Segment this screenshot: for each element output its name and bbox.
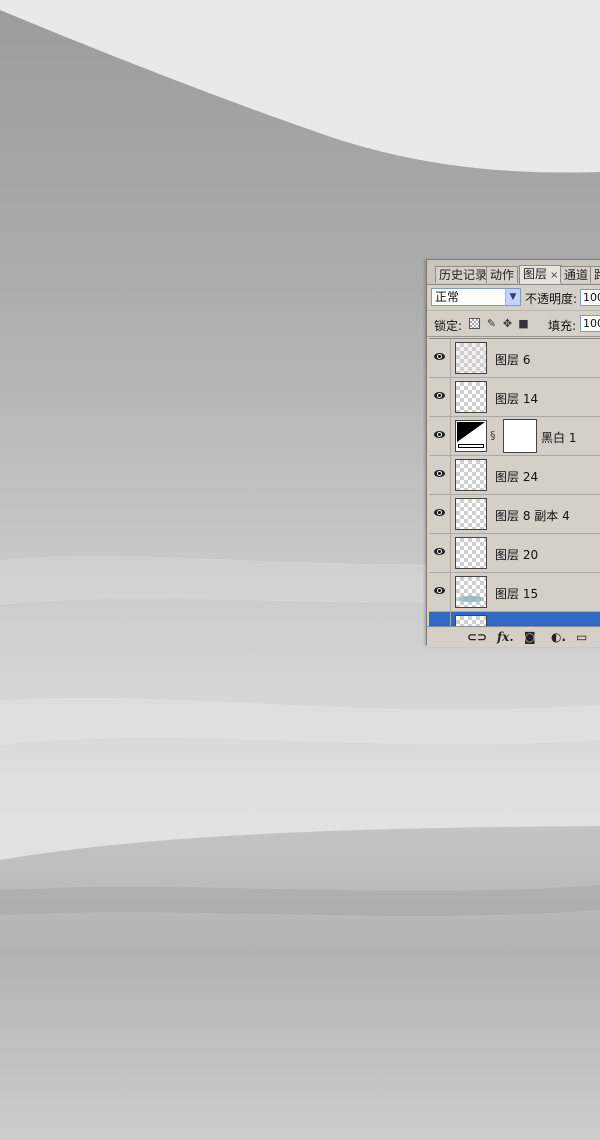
visibility-toggle[interactable] [429,534,451,572]
visibility-toggle[interactable] [429,378,451,416]
tab-channels[interactable]: 通道 [560,266,593,283]
close-icon[interactable]: × [550,270,558,281]
visibility-toggle[interactable] [429,495,451,533]
layer-name: 图层 24 [495,470,539,484]
layer-row[interactable]: 图层 24 [429,456,600,495]
visibility-toggle[interactable] [429,573,451,611]
opacity-input[interactable]: 100 [580,289,600,306]
layer-name: 图层 20 [495,548,539,562]
opacity-label: 不透明度: [525,292,578,306]
eye-icon [434,509,445,516]
layer-name: 图层 14 [495,392,539,406]
layer-row-selected[interactable]: 图层 [429,612,600,627]
eye-icon [434,470,445,477]
layers-list: 图层 6 图层 14 § 黑白 1 图层 24 图层 8 副本 4 图层 20 … [429,338,600,627]
black-white-adjustment-icon [457,422,485,442]
lock-transparency-icon[interactable] [469,318,480,329]
fill-label: 填充: [548,319,577,333]
adjustment-thumbnail [455,420,487,452]
layer-name: 黑白 1 [541,431,577,445]
lock-row: 锁定: ✎ ✥ ■ 填充: 100 [427,311,600,337]
chevron-down-icon[interactable]: ▼ [505,289,520,305]
tab-layers-label: 图层 [523,267,548,281]
fill-input[interactable]: 100 [580,315,600,332]
visibility-toggle[interactable] [429,339,451,377]
link-icon[interactable]: ⊂⊃ [467,630,487,644]
layer-row[interactable]: 图层 15 [429,573,600,612]
layers-panel: 历史记录 动作 图层× 通道 路 正常 ▼ 不透明度: 100 锁定: ✎ ✥ … [426,259,600,647]
visibility-toggle[interactable] [429,456,451,494]
layer-thumbnail [455,459,487,491]
blend-mode-select[interactable]: 正常 ▼ [431,288,521,306]
layer-row[interactable]: § 黑白 1 [429,417,600,456]
adjustment-icon[interactable]: ◐. [551,630,566,644]
lock-label: 锁定: [434,319,463,333]
blend-mode-value: 正常 [435,290,460,304]
eye-icon [434,548,445,555]
blend-row: 正常 ▼ 不透明度: 100 [427,285,600,311]
chain-link-icon[interactable]: § [490,429,496,442]
layer-thumbnail [455,381,487,413]
layer-name: 图层 6 [495,353,531,367]
visibility-toggle[interactable] [429,417,451,455]
tab-actions[interactable]: 动作 [486,266,519,283]
eye-icon [434,587,445,594]
tab-paths[interactable]: 路 [590,266,600,283]
layer-thumbnail [455,537,487,569]
panel-tab-bar: 历史记录 动作 图层× 通道 路 [427,260,600,285]
layer-thumbnail [455,498,487,530]
layer-name: 图层 8 副本 4 [495,509,570,523]
panel-footer: ⊂⊃ fx. ◙ ◐. ▭ [427,626,600,647]
layer-row[interactable]: 图层 8 副本 4 [429,495,600,534]
layer-row[interactable]: 图层 20 [429,534,600,573]
layer-thumbnail [455,576,487,608]
layer-mask-thumbnail[interactable] [503,419,537,453]
layer-name: 图层 15 [495,587,539,601]
folder-icon[interactable]: ▭ [576,630,587,644]
layer-row[interactable]: 图层 14 [429,378,600,417]
eye-icon [434,392,445,399]
visibility-toggle[interactable] [429,612,451,627]
lock-brush-icon[interactable]: ✎ [486,318,497,329]
tab-layers[interactable]: 图层 × [519,265,563,284]
eye-icon [434,353,445,360]
tab-history[interactable]: 历史记录 [435,266,492,283]
lock-all-icon[interactable]: ■ [518,318,529,329]
layer-thumbnail [455,342,487,374]
gradient-bar [458,444,484,448]
mask-icon[interactable]: ◙ [524,630,536,644]
layer-row[interactable]: 图层 6 [429,339,600,378]
fx-icon[interactable]: fx. [497,630,514,644]
eye-icon [434,431,445,438]
lock-move-icon[interactable]: ✥ [502,318,513,329]
